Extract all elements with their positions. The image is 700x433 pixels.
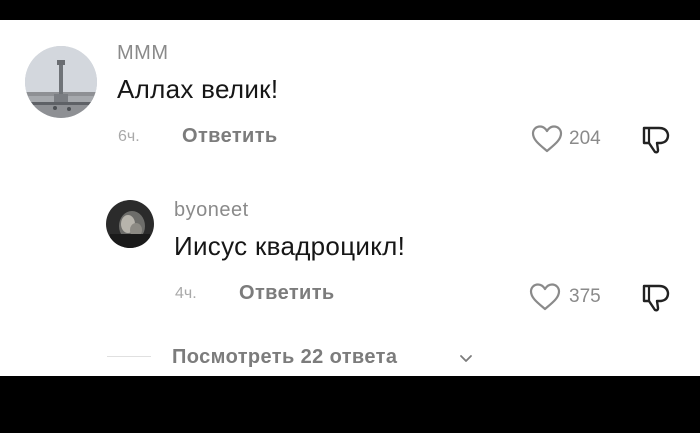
comment-time: 4ч.: [175, 285, 197, 302]
view-replies-button[interactable]: Посмотреть 22 ответа: [172, 346, 397, 369]
comments-panel: МММ Аллах велик! 6ч. Ответить 204 byonee…: [0, 20, 700, 376]
thumbs-down-icon[interactable]: [640, 281, 672, 313]
comment-text: Аллах велик!: [117, 74, 279, 104]
comment-username[interactable]: byoneet: [174, 199, 249, 222]
avatar[interactable]: [106, 200, 154, 248]
comment-username[interactable]: МММ: [117, 42, 168, 65]
reply-button[interactable]: Ответить: [239, 282, 335, 305]
like-count: 375: [569, 286, 601, 307]
chevron-down-icon[interactable]: [459, 354, 473, 364]
comment-time: 6ч.: [118, 128, 140, 145]
heart-icon[interactable]: [529, 282, 561, 312]
like-count: 204: [569, 128, 601, 149]
comment-text: Иисус квадроцикл!: [174, 231, 406, 261]
heart-icon[interactable]: [531, 124, 563, 154]
avatar[interactable]: [25, 46, 97, 118]
monument-photo-avatar: [25, 46, 97, 118]
thumbs-down-icon[interactable]: [640, 123, 672, 155]
divider: [107, 356, 151, 357]
dark-photo-avatar: [106, 200, 154, 248]
reply-button[interactable]: Ответить: [182, 125, 278, 148]
